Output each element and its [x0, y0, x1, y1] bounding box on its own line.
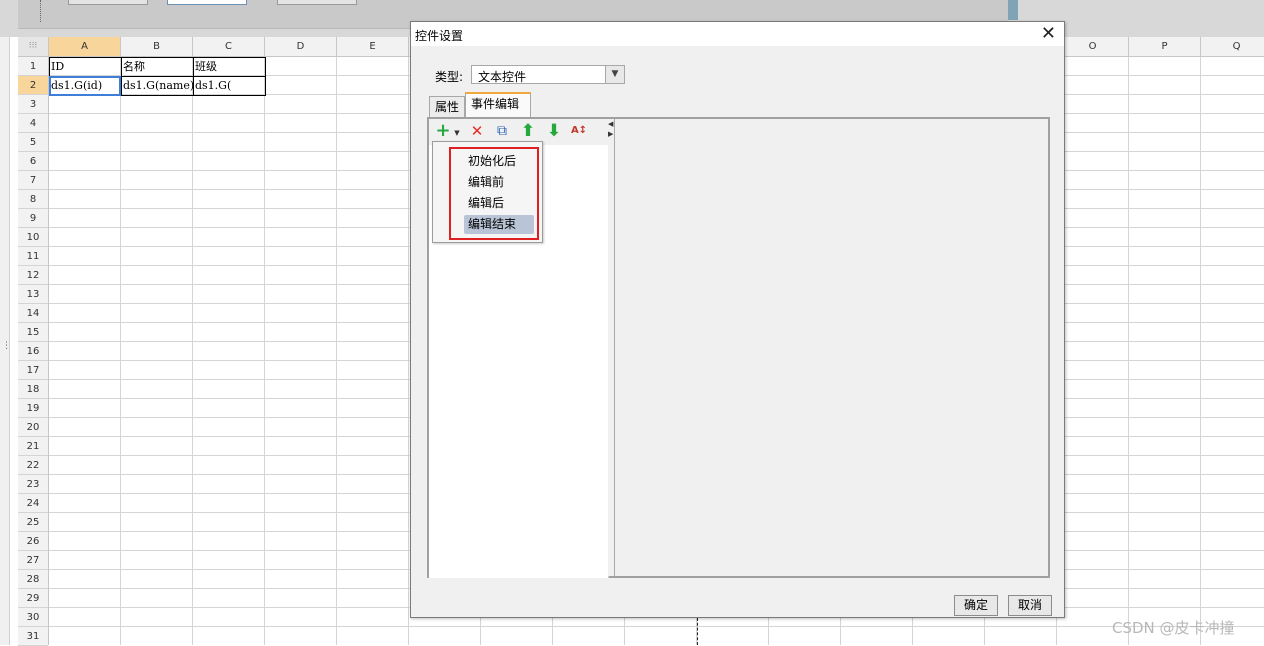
cancel-button[interactable]: 取消 — [1008, 595, 1052, 616]
chevron-right-icon[interactable]: ▶ — [608, 130, 613, 138]
pane-splitter[interactable]: ◀ ▶ — [608, 119, 615, 576]
row-header-16[interactable]: 16 — [18, 342, 48, 361]
menu-item-before-edit[interactable]: 编辑前 — [464, 173, 508, 192]
row-header-10[interactable]: 10 — [18, 228, 48, 247]
row-header-17[interactable]: 17 — [18, 361, 48, 380]
add-event-dropdown-menu: 初始化后 编辑前 编辑后 编辑结束 — [432, 141, 543, 243]
ok-button[interactable]: 确定 — [954, 595, 998, 616]
row-header-31[interactable]: 31 — [18, 627, 48, 646]
chevron-down-icon[interactable]: ▼ — [448, 124, 466, 142]
menu-item-after-init[interactable]: 初始化后 — [464, 152, 520, 171]
row-header-30[interactable]: 30 — [18, 608, 48, 627]
dialog-titlebar: 控件设置 ✕ — [411, 22, 1064, 46]
row-header-4[interactable]: 4 — [18, 114, 48, 133]
move-down-icon[interactable]: ⬇ — [545, 122, 563, 140]
row-header-22[interactable]: 22 — [18, 456, 48, 475]
column-header-p[interactable]: P — [1129, 37, 1201, 56]
row-header-6[interactable]: 6 — [18, 152, 48, 171]
row-header-bar: 1 2 3 4 5 6 7 8 9 10 11 12 13 14 15 16 17 18 19 20 21 22 23 24 2… — [18, 57, 49, 646]
row-header-26[interactable]: 26 — [18, 532, 48, 551]
event-script-pane[interactable] — [615, 119, 1048, 576]
ruler-tick — [40, 0, 42, 22]
row-header-3[interactable]: 3 — [18, 95, 48, 114]
chevron-down-icon[interactable]: ▼ — [605, 66, 624, 83]
row-header-1[interactable]: 1 — [18, 57, 48, 76]
column-header-b[interactable]: B — [121, 37, 193, 56]
column-header-e[interactable]: E — [337, 37, 409, 56]
copy-icon[interactable]: ⧉ — [493, 122, 511, 140]
toolbar-button[interactable] — [68, 0, 148, 5]
type-select[interactable]: 文本控件 ▼ — [471, 65, 625, 84]
cell-b1[interactable]: 名称 — [121, 57, 193, 76]
chevron-left-icon[interactable]: ◀ — [608, 120, 613, 128]
row-header-21[interactable]: 21 — [18, 437, 48, 456]
column-header-o[interactable]: O — [1057, 37, 1129, 56]
menu-item-after-edit[interactable]: 编辑后 — [464, 194, 508, 213]
close-icon[interactable]: ✕ — [1041, 24, 1056, 44]
cell-c1[interactable]: 班级 — [193, 57, 265, 76]
row-header-8[interactable]: 8 — [18, 190, 48, 209]
dialog-title: 控件设置 — [415, 29, 464, 43]
row-header-7[interactable]: 7 — [18, 171, 48, 190]
row-header-23[interactable]: 23 — [18, 475, 48, 494]
menu-item-edit-end[interactable]: 编辑结束 — [464, 215, 534, 234]
toolbar-button[interactable] — [277, 0, 357, 5]
row-header-24[interactable]: 24 — [18, 494, 48, 513]
row-header-5[interactable]: 5 — [18, 133, 48, 152]
row-header-28[interactable]: 28 — [18, 570, 48, 589]
delete-icon[interactable]: ✕ — [468, 122, 486, 140]
toolbar-input[interactable] — [167, 0, 247, 5]
page-break-line — [697, 618, 699, 645]
row-header-15[interactable]: 15 — [18, 323, 48, 342]
control-settings-dialog: 控件设置 ✕ 类型: 文本控件 ▼ 属性 事件编辑 + ▼ ✕ ⧉ ⬆ ⬇ A↕… — [410, 21, 1065, 618]
row-header-12[interactable]: 12 — [18, 266, 48, 285]
row-header-11[interactable]: 11 — [18, 247, 48, 266]
row-header-25[interactable]: 25 — [18, 513, 48, 532]
row-header-27[interactable]: 27 — [18, 551, 48, 570]
watermark: CSDN @皮卡冲撞 — [1112, 619, 1235, 637]
column-header-a[interactable]: A — [49, 37, 121, 56]
left-panel-strip: ⋮ — [0, 37, 11, 645]
row-header-14[interactable]: 14 — [18, 304, 48, 323]
sort-icon[interactable]: A↕ — [570, 122, 588, 140]
row-header-20[interactable]: 20 — [18, 418, 48, 437]
column-header-c[interactable]: C — [193, 37, 265, 56]
cell-c2[interactable]: ds1.G( — [193, 76, 265, 95]
move-up-icon[interactable]: ⬆ — [519, 122, 537, 140]
column-header-d[interactable]: D — [265, 37, 337, 56]
splitter-grip-icon[interactable]: ⋮ — [2, 342, 11, 359]
tab-properties[interactable]: 属性 — [429, 96, 465, 118]
cell-b2[interactable]: ds1.G(name) — [121, 76, 193, 95]
select-all-corner[interactable]: ⁝⁝⁝ — [18, 37, 49, 56]
toolbar-accent — [1008, 0, 1018, 20]
row-header-2[interactable]: 2 — [18, 76, 48, 95]
row-header-18[interactable]: 18 — [18, 380, 48, 399]
row-header-19[interactable]: 19 — [18, 399, 48, 418]
type-label: 类型: — [435, 70, 464, 84]
row-header-9[interactable]: 9 — [18, 209, 48, 228]
row-header-29[interactable]: 29 — [18, 589, 48, 608]
row-header-13[interactable]: 13 — [18, 285, 48, 304]
tab-event-editing[interactable]: 事件编辑 — [465, 92, 531, 118]
cell-a1[interactable]: ID — [49, 57, 121, 76]
cell-selection — [49, 76, 121, 96]
type-select-value: 文本控件 — [478, 70, 527, 84]
column-header-q[interactable]: Q — [1201, 37, 1264, 56]
